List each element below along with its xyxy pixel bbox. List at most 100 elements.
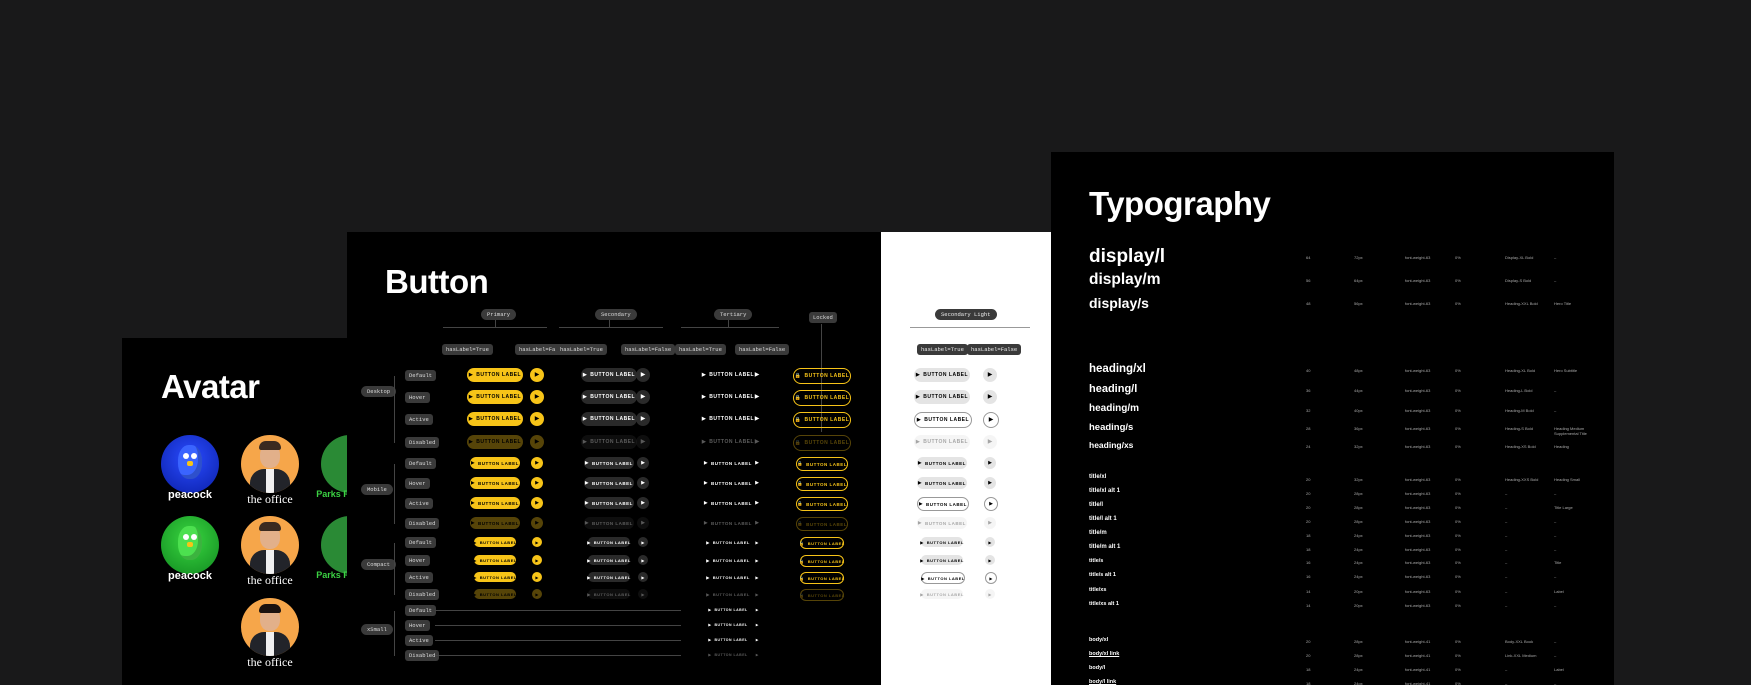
tertiary-button[interactable]: ▶ BUTTON LABEL bbox=[700, 368, 756, 382]
primary-icon-button[interactable]: ▶ bbox=[531, 517, 543, 529]
secondary-light-icon-button[interactable]: ▶ bbox=[984, 477, 996, 489]
secondary-icon-button[interactable]: ▶ bbox=[636, 435, 650, 449]
tertiary-button[interactable]: ▶ BUTTON LABEL bbox=[703, 517, 753, 529]
secondary-icon-button[interactable]: ▶ bbox=[636, 368, 650, 382]
secondary-light-icon-button[interactable]: ▶ bbox=[983, 390, 997, 404]
secondary-light-button[interactable]: ▶ BUTTON LABEL bbox=[920, 589, 963, 599]
secondary-light-icon-button[interactable]: ▶ bbox=[985, 555, 995, 565]
secondary-button[interactable]: ▶ BUTTON LABEL bbox=[581, 390, 637, 404]
secondary-icon-button[interactable]: ▶ bbox=[638, 537, 648, 547]
secondary-button[interactable]: ▶ BUTTON LABEL bbox=[587, 537, 630, 547]
primary-icon-button[interactable]: ▶ bbox=[531, 497, 543, 509]
primary-button[interactable]: ▶ BUTTON LABEL bbox=[473, 537, 516, 547]
secondary-button[interactable]: ▶ BUTTON LABEL bbox=[587, 572, 630, 582]
avatar[interactable]: the office bbox=[241, 516, 299, 587]
secondary-icon-button[interactable]: ▶ bbox=[637, 497, 649, 509]
locked-button[interactable]: 🔒 BUTTON LABEL bbox=[799, 537, 844, 549]
primary-icon-button[interactable]: ▶ bbox=[532, 589, 542, 599]
secondary-light-button[interactable]: ▶ BUTTON LABEL bbox=[917, 477, 967, 489]
secondary-icon-button[interactable]: ▶ bbox=[638, 589, 648, 599]
locked-button[interactable]: 🔒 BUTTON LABEL bbox=[799, 572, 844, 584]
secondary-light-button[interactable]: ▶ BUTTON LABEL bbox=[914, 390, 970, 404]
tertiary-button[interactable]: ▶ BUTTON LABEL bbox=[706, 537, 749, 547]
tertiary-button[interactable]: ▶ BUTTON LABEL bbox=[706, 555, 749, 565]
secondary-light-button[interactable]: ▶ BUTTON LABEL bbox=[917, 517, 967, 529]
tertiary-button[interactable]: ▶ BUTTON LABEL bbox=[708, 636, 747, 644]
secondary-light-button[interactable]: ▶ BUTTON LABEL bbox=[921, 572, 965, 584]
secondary-light-button[interactable]: ▶ BUTTON LABEL bbox=[920, 555, 963, 565]
primary-button[interactable]: ▶ BUTTON LABEL bbox=[470, 497, 520, 509]
secondary-button[interactable]: ▶ BUTTON LABEL bbox=[584, 477, 634, 489]
secondary-light-icon-button[interactable]: ▶ bbox=[985, 589, 995, 599]
secondary-button[interactable]: ▶ BUTTON LABEL bbox=[584, 497, 634, 509]
avatar[interactable]: the office bbox=[241, 598, 299, 669]
secondary-light-button[interactable]: ▶ BUTTON LABEL bbox=[914, 368, 970, 382]
primary-icon-button[interactable]: ▶ bbox=[530, 390, 544, 404]
tertiary-button[interactable]: ▶ BUTTON LABEL bbox=[706, 572, 749, 582]
tertiary-icon-button[interactable]: ▶ bbox=[751, 457, 763, 469]
primary-icon-button[interactable]: ▶ bbox=[531, 457, 543, 469]
tertiary-icon-button[interactable]: ▶ bbox=[750, 368, 764, 382]
tertiary-icon-button[interactable]: ▶ bbox=[752, 537, 762, 547]
secondary-light-button[interactable]: ▶ BUTTON LABEL bbox=[920, 537, 963, 547]
secondary-light-button[interactable]: ▶ BUTTON LABEL bbox=[917, 497, 969, 511]
secondary-button[interactable]: ▶ BUTTON LABEL bbox=[584, 457, 634, 469]
tertiary-icon-button[interactable]: ▶ bbox=[753, 606, 761, 614]
secondary-light-button[interactable]: ▶ BUTTON LABEL bbox=[917, 457, 967, 469]
tertiary-button[interactable]: ▶ BUTTON LABEL bbox=[703, 477, 753, 489]
secondary-light-button[interactable]: ▶ BUTTON LABEL bbox=[914, 435, 970, 449]
locked-button[interactable]: 🔒 BUTTON LABEL bbox=[793, 412, 851, 428]
secondary-icon-button[interactable]: ▶ bbox=[637, 517, 649, 529]
primary-button[interactable]: ▶ BUTTON LABEL bbox=[470, 477, 520, 489]
secondary-light-icon-button[interactable]: ▶ bbox=[984, 457, 996, 469]
secondary-light-icon-button[interactable]: ▶ bbox=[984, 517, 996, 529]
tertiary-button[interactable]: ▶ BUTTON LABEL bbox=[700, 435, 756, 449]
tertiary-button[interactable]: ▶ BUTTON LABEL bbox=[708, 621, 747, 629]
primary-icon-button[interactable]: ▶ bbox=[531, 477, 543, 489]
tertiary-button[interactable]: ▶ BUTTON LABEL bbox=[700, 412, 756, 426]
primary-icon-button[interactable]: ▶ bbox=[532, 572, 542, 582]
tertiary-icon-button[interactable]: ▶ bbox=[752, 589, 762, 599]
primary-icon-button[interactable]: ▶ bbox=[532, 555, 542, 565]
secondary-light-icon-button[interactable]: ▶ bbox=[983, 412, 999, 428]
primary-button[interactable]: ▶ BUTTON LABEL bbox=[473, 589, 516, 599]
tertiary-icon-button[interactable]: ▶ bbox=[753, 621, 761, 629]
secondary-light-icon-button[interactable]: ▶ bbox=[983, 435, 997, 449]
secondary-icon-button[interactable]: ▶ bbox=[636, 412, 650, 426]
avatar[interactable]: peacock bbox=[161, 516, 219, 582]
primary-button[interactable]: ▶ BUTTON LABEL bbox=[467, 435, 523, 449]
locked-button[interactable]: 🔒 BUTTON LABEL bbox=[796, 477, 848, 491]
secondary-button[interactable]: ▶ BUTTON LABEL bbox=[581, 412, 637, 426]
primary-button[interactable]: ▶ BUTTON LABEL bbox=[467, 412, 523, 426]
primary-button[interactable]: ▶ BUTTON LABEL bbox=[467, 390, 523, 404]
tertiary-button[interactable]: ▶ BUTTON LABEL bbox=[708, 651, 747, 659]
avatar[interactable]: peacock bbox=[161, 435, 219, 501]
tertiary-icon-button[interactable]: ▶ bbox=[751, 497, 763, 509]
tertiary-icon-button[interactable]: ▶ bbox=[750, 435, 764, 449]
primary-button[interactable]: ▶ BUTTON LABEL bbox=[473, 572, 516, 582]
locked-button[interactable]: 🔒 BUTTON LABEL bbox=[793, 390, 851, 406]
primary-icon-button[interactable]: ▶ bbox=[530, 435, 544, 449]
tertiary-button[interactable]: ▶ BUTTON LABEL bbox=[708, 606, 747, 614]
secondary-light-icon-button[interactable]: ▶ bbox=[984, 497, 998, 511]
secondary-icon-button[interactable]: ▶ bbox=[638, 572, 648, 582]
secondary-icon-button[interactable]: ▶ bbox=[637, 477, 649, 489]
locked-button[interactable]: 🔒 BUTTON LABEL bbox=[793, 368, 851, 384]
tertiary-button[interactable]: ▶ BUTTON LABEL bbox=[703, 457, 753, 469]
secondary-button[interactable]: ▶ BUTTON LABEL bbox=[581, 435, 637, 449]
tertiary-icon-button[interactable]: ▶ bbox=[750, 412, 764, 426]
tertiary-icon-button[interactable]: ▶ bbox=[753, 651, 761, 659]
secondary-light-icon-button[interactable]: ▶ bbox=[983, 368, 997, 382]
locked-button[interactable]: 🔒 BUTTON LABEL bbox=[796, 497, 848, 511]
tertiary-icon-button[interactable]: ▶ bbox=[752, 572, 762, 582]
tertiary-icon-button[interactable]: ▶ bbox=[750, 390, 764, 404]
secondary-light-icon-button[interactable]: ▶ bbox=[985, 572, 997, 584]
tertiary-button[interactable]: ▶ BUTTON LABEL bbox=[703, 497, 753, 509]
primary-button[interactable]: ▶ BUTTON LABEL bbox=[470, 457, 520, 469]
tertiary-icon-button[interactable]: ▶ bbox=[752, 555, 762, 565]
tertiary-button[interactable]: ▶ BUTTON LABEL bbox=[700, 390, 756, 404]
secondary-icon-button[interactable]: ▶ bbox=[636, 390, 650, 404]
secondary-button[interactable]: ▶ BUTTON LABEL bbox=[587, 555, 630, 565]
locked-button[interactable]: 🔒 BUTTON LABEL bbox=[796, 517, 848, 531]
tertiary-button[interactable]: ▶ BUTTON LABEL bbox=[706, 589, 749, 599]
